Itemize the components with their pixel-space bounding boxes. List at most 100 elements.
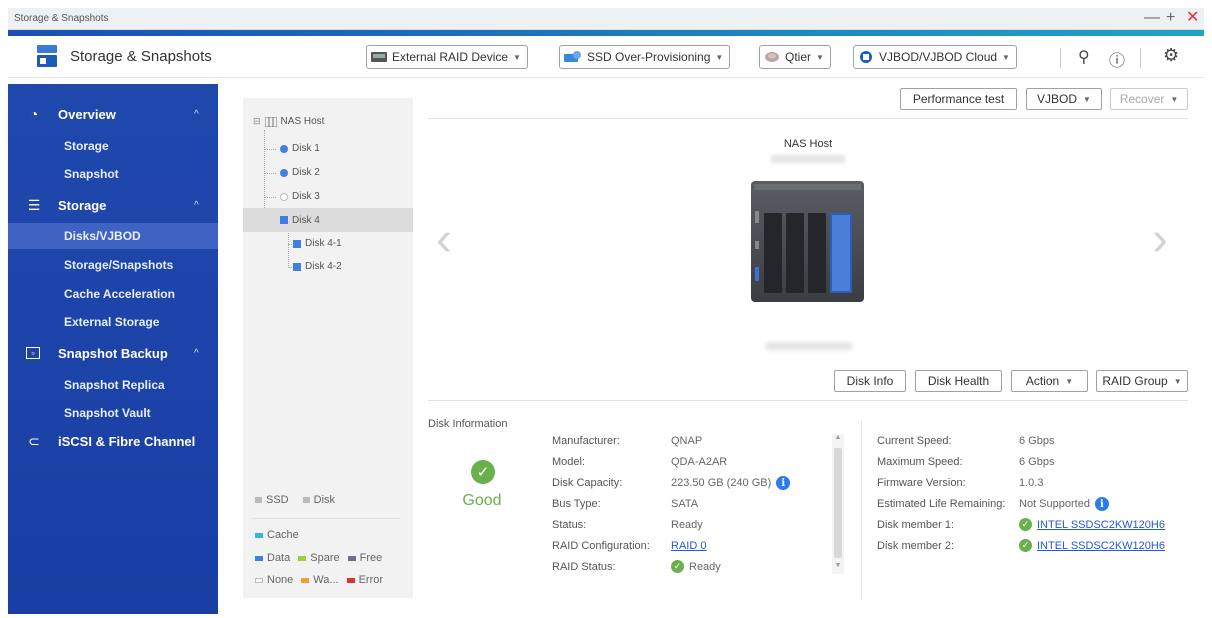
settings-icon[interactable]: ⚙ [1163,45,1179,66]
scrollbar-thumb[interactable] [834,448,842,558]
legend-label: Disk [313,494,336,506]
chevron-up-icon: ^ [194,108,199,120]
toolbar-divider [1060,48,1061,68]
tree-node-disk-4-2[interactable]: Disk 4-2 [293,261,342,272]
sidebar-item-external-storage[interactable]: External Storage [8,309,218,335]
disk-health-status: Good [462,492,502,509]
info-scrollbar[interactable]: ▲ ▼ [832,434,844,574]
scroll-up-icon[interactable]: ▲ [832,434,844,444]
estimated-life-value: Not Supported i [1019,497,1109,511]
sidebar-item-snapshot-replica[interactable]: Snapshot Replica [8,372,218,398]
disk-tree-panel: ⊟ NAS Host Disk 1 Disk 2 Disk 3 Disk 4 D… [243,98,413,598]
tree-node-disk-3[interactable]: Disk 3 [280,191,320,202]
disk-health-button[interactable]: Disk Health [915,370,1002,392]
iscsi-icon: ⊂ [28,432,40,449]
tree-node-disk-2[interactable]: Disk 2 [280,167,320,178]
sidebar-item-label: Storage/Snapshots [64,258,174,272]
sidebar-group-overview[interactable]: ◔ Overview ^ [8,100,218,128]
manufacturer-value: QNAP [671,435,702,447]
help-icon[interactable]: ⓘ [1109,47,1125,71]
action-button[interactable]: Action ▼ [1011,370,1088,392]
recover-button[interactable]: Recover ▼ [1110,88,1188,110]
external-raid-device-label: External RAID Device [392,50,509,64]
info-icon[interactable]: i [776,476,791,490]
disk-info-button[interactable]: Disk Info [834,370,906,392]
maximize-icon[interactable]: + [1166,9,1175,27]
sidebar-item-cache-acceleration[interactable]: Cache Acceleration [8,281,218,307]
bus-type-label: Bus Type: [552,498,601,510]
qtier-button[interactable]: Qtier ▼ [759,45,831,69]
disk-status-icon [280,192,288,201]
maximum-speed-label: Maximum Speed: [877,456,963,468]
raid-configuration-link[interactable]: RAID 0 [671,540,706,552]
device-name: NAS Host [783,138,833,150]
vjbod-label: VJBOD [1037,92,1078,106]
sidebar-group-snapshot-backup[interactable]: ▫ Snapshot Backup ^ [8,339,218,367]
model-text: QDA-A2AR [671,456,728,468]
vjbod-button[interactable]: VJBOD ▼ [1026,88,1102,110]
tree-line [264,130,265,218]
raid-group-button[interactable]: RAID Group ▼ [1096,370,1188,392]
current-speed-label: Current Speed: [877,435,952,447]
firmware-version-text: 1.0.3 [1019,477,1044,489]
sidebar-item-label: Disks/VJBOD [64,229,141,243]
raid-group-label: RAID Group [1102,374,1168,388]
tree-node-label: Disk 4-2 [305,261,342,272]
sidebar-group-iscsi[interactable]: ⊂ iSCSI & Fibre Channel [8,427,218,455]
minimize-icon[interactable]: — [1144,9,1160,27]
tree-node-disk-4[interactable]: Disk 4 [243,208,413,232]
blurred-serial [770,155,846,163]
window-title: Storage & Snapshots [14,13,109,24]
gear-drive-icon [564,51,581,62]
performance-test-button[interactable]: Performance test [900,88,1017,110]
status-text: Ready [671,519,703,531]
disk-member-1-link[interactable]: INTEL SSDSC2KW120H6 [1037,519,1165,531]
legend-divider [251,518,401,519]
sidebar-item-snapshot[interactable]: Snapshot [8,161,218,187]
info-divider [428,400,1188,401]
model-value: QDA-A2AR [671,456,727,468]
raid-configuration-value: RAID 0 [671,540,706,552]
chevron-up-icon: ^ [194,347,199,359]
sidebar-item-storage-snapshots[interactable]: Storage/Snapshots [8,252,218,278]
manufacturer-text: QNAP [671,435,703,447]
chevron-up-icon: ^ [194,199,199,211]
previous-arrow-icon[interactable]: ‹ [436,212,452,267]
disk-member-2-link[interactable]: INTEL SSDSC2KW120H6 [1037,540,1165,552]
external-raid-device-button[interactable]: External RAID Device ▼ [366,45,528,69]
legend-label: Cache [267,529,299,541]
status-label: Status: [552,519,587,531]
tree-line [288,226,289,268]
snapshot-backup-icon: ▫ [26,347,40,359]
sidebar: ◔ Overview ^ Storage Snapshot ☰ Storage … [8,84,218,614]
vjbod-cloud-button[interactable]: VJBOD/VJBOD Cloud ▼ [853,45,1017,69]
disk-status-icon [293,239,301,248]
tree-node-nas-host[interactable]: ⊟ NAS Host [253,116,324,127]
legend-states-1: Data Spare Free [255,552,382,564]
diagnostic-icon[interactable]: ⚲ [1078,47,1090,67]
close-icon[interactable]: ✕ [1186,9,1199,27]
dashboard-icon: ◔ [29,106,39,122]
cloud-drive-icon [860,51,872,63]
info-icon[interactable]: i [1094,497,1109,511]
nas-device-image [751,181,864,302]
sidebar-item-snapshot-vault[interactable]: Snapshot Vault [8,400,218,426]
bus-type-value: SATA [671,498,698,510]
chevron-down-icon: ▼ [513,52,521,62]
disk-member-1-label: Disk member 1: [877,519,955,531]
sidebar-item-label: Storage [64,139,109,153]
performance-test-label: Performance test [912,92,1005,106]
sidebar-group-storage[interactable]: ☰ Storage ^ [8,191,218,219]
sidebar-item-disks-vjbod[interactable]: Disks/VJBOD [8,223,218,249]
tree-node-disk-4-1[interactable]: Disk 4-1 [293,238,342,249]
estimated-life-label: Estimated Life Remaining: [877,498,1006,510]
manufacturer-label: Manufacturer: [552,435,620,447]
next-arrow-icon[interactable]: › [1152,212,1168,267]
tree-node-label: Disk 2 [292,167,320,178]
sidebar-item-storage-overview[interactable]: Storage [8,133,218,159]
ssd-over-provisioning-button[interactable]: SSD Over-Provisioning ▼ [559,45,731,69]
disk-capacity-label: Disk Capacity: [552,477,623,489]
scroll-down-icon[interactable]: ▼ [832,562,844,572]
tree-node-disk-1[interactable]: Disk 1 [280,143,320,154]
tree-node-label: Disk 4 [292,214,320,226]
